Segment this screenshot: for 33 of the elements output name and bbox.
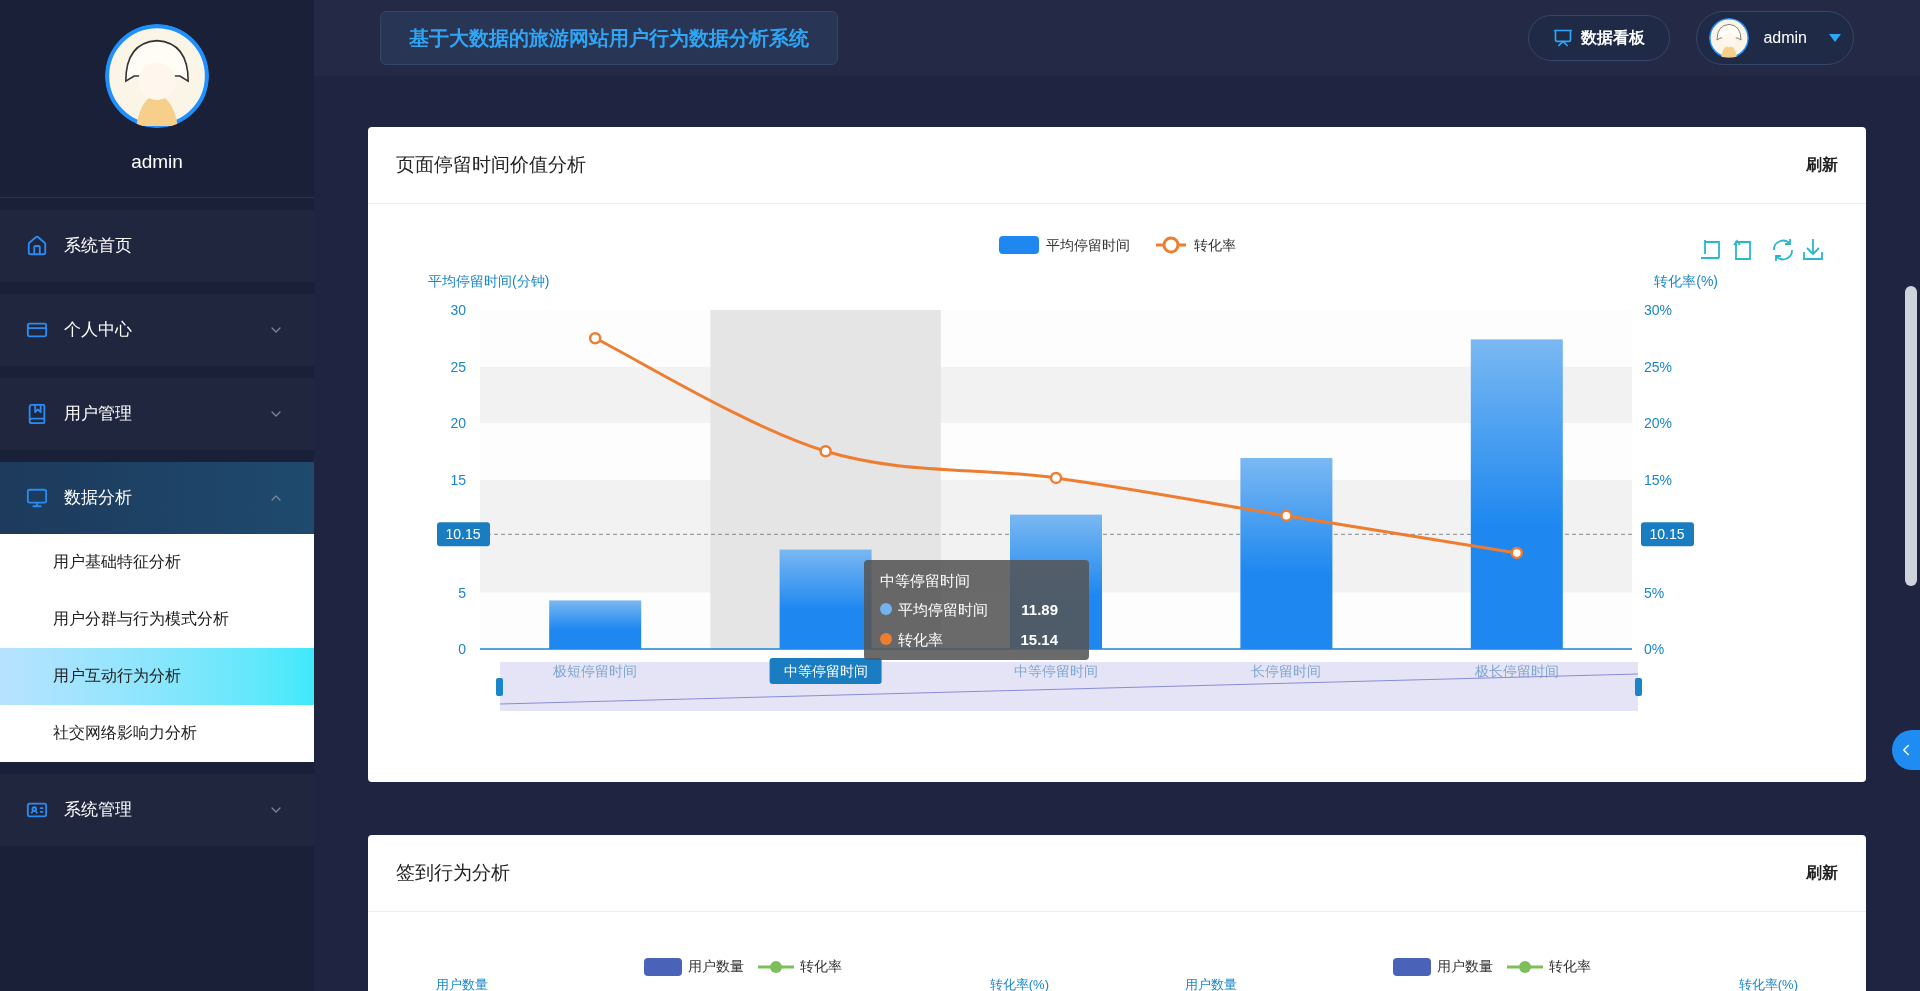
x-tick-label: 中等停留时间 [783,663,868,679]
x-tick-label: 长停留时间 [1251,663,1322,679]
card-title: 页面停留时间价值分析 [396,152,586,177]
y-axis-title: 用户数量 [1185,977,1237,991]
y-tick-label: 0 [458,641,466,657]
tooltip: 中等停留时间 平均停留时间 11.89 转化率 15.14 [864,560,1089,660]
y-tick-label: 25 [450,358,466,375]
y-tick-label: 5% [1644,584,1665,601]
system-title: 基于大数据的旅游网站用户行为数据分析系统 [380,11,838,65]
y-axis-title: 转化率(%) [1738,977,1798,991]
y-tick-label: 20 [450,415,466,431]
axis-pointer-label: 中等停留时间 [769,658,882,684]
y-tick-label: 5 [458,584,466,601]
y-tick-label: 30 [450,302,466,318]
y-tick-label: 25% [1644,358,1673,375]
y-axis-title: 转化率(%) [1654,273,1718,289]
y-tick-label: 15 [450,471,466,488]
y-tick-label: 15% [1644,471,1673,488]
legend-label: 平均停留时间 [1046,237,1130,253]
user-name: admin [131,150,183,174]
y-tick-label: 20% [1644,415,1673,431]
axis-pointer-label: 10.15 [437,522,490,547]
legend-label: 转化率 [1194,237,1236,253]
x-tick-label: 极短停留时间 [553,663,638,679]
y-tick-label: 30% [1644,302,1673,318]
axis-pointer-label: 10.15 [1641,522,1694,547]
y-axis-title: 平均停留时间(分钟) [428,273,550,289]
y-axis-title: 用户数量 [436,977,488,991]
x-tick-label: 中等停留时间 [1014,663,1098,679]
y-axis-title: 转化率(%) [989,977,1049,991]
card-title: 签到行为分析 [396,860,510,885]
y-tick-label: 0% [1644,641,1665,657]
x-tick-label: 极长停留时间 [1474,663,1559,679]
